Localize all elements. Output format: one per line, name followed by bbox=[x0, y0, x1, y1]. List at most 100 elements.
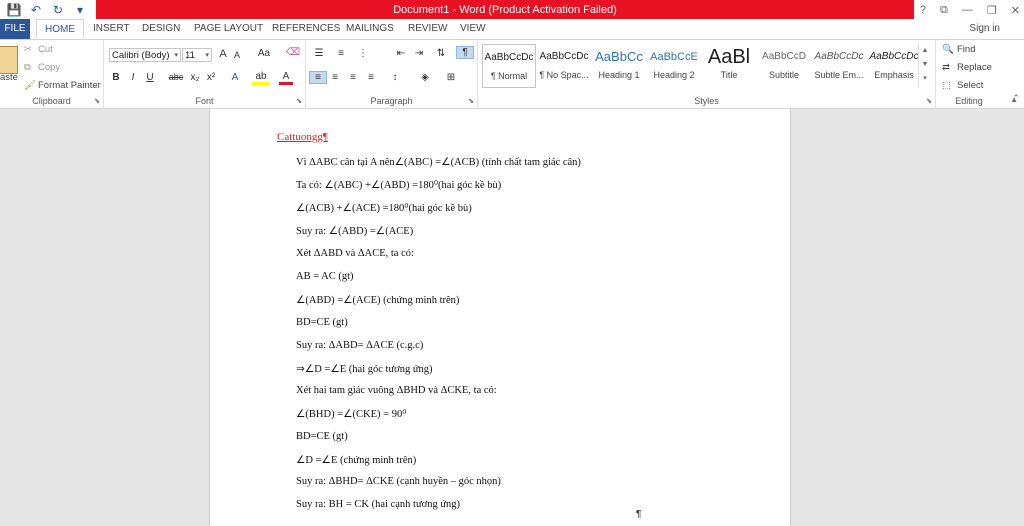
select-button[interactable]: Select bbox=[957, 80, 983, 91]
highlight-button[interactable]: ab bbox=[252, 71, 270, 85]
multilevel-list-icon[interactable]: ⋮ bbox=[356, 48, 370, 59]
select-icon[interactable]: ⬚ bbox=[942, 80, 951, 91]
clear-formatting-icon[interactable]: ⌫ bbox=[286, 47, 300, 58]
document-line: Ta có: ∠(ABC) +∠(ABD) =180⁰(hai góc kề b… bbox=[296, 180, 502, 191]
tab-references[interactable]: REFERENCES bbox=[272, 19, 340, 39]
close-button[interactable]: ✕ bbox=[1011, 4, 1020, 17]
tab-review[interactable]: REVIEW bbox=[408, 19, 447, 39]
clipboard-launcher-icon[interactable]: ⬊ bbox=[94, 97, 100, 105]
font-family-select[interactable]: Calibri (Body) ▾ bbox=[109, 48, 181, 62]
style-no-spacing[interactable]: AaBbCcDc ¶ No Spac... bbox=[537, 44, 591, 88]
tab-mailings[interactable]: MAILINGS bbox=[346, 19, 394, 39]
show-formatting-marks-button[interactable]: ¶ bbox=[456, 46, 474, 59]
style-heading-1[interactable]: AaBbCc Heading 1 bbox=[592, 44, 646, 88]
tab-page-layout[interactable]: PAGE LAYOUT bbox=[194, 19, 263, 39]
chevron-up-icon[interactable]: ▲ bbox=[919, 44, 931, 58]
document-line: Vì ΔABC cân tại A nên∠(ABC) =∠(ACB) (tín… bbox=[296, 157, 581, 168]
restore-button[interactable]: ❐ bbox=[987, 4, 997, 17]
increase-indent-icon[interactable]: ⇥ bbox=[412, 48, 426, 59]
cut-button[interactable]: Cut bbox=[38, 44, 53, 55]
paragraph-launcher-icon[interactable]: ⬊ bbox=[468, 97, 474, 105]
find-button[interactable]: Find bbox=[957, 44, 975, 55]
find-icon[interactable]: 🔍 bbox=[942, 44, 954, 55]
tab-design[interactable]: DESIGN bbox=[142, 19, 180, 39]
ribbon: aste ✂ Cut ⧉ Copy 🖌 Format Painter Clipb… bbox=[0, 39, 1024, 109]
decrease-indent-icon[interactable]: ⇤ bbox=[394, 48, 408, 59]
font-color-button[interactable]: A bbox=[279, 71, 293, 85]
font-launcher-icon[interactable]: ⬊ bbox=[296, 97, 302, 105]
font-label: Font bbox=[195, 96, 214, 106]
minimize-button[interactable]: — bbox=[962, 4, 973, 16]
editing-label: Editing bbox=[955, 96, 983, 106]
replace-icon[interactable]: ⇄ bbox=[942, 62, 950, 73]
format-painter-icon[interactable]: 🖌 bbox=[24, 80, 36, 91]
paste-icon[interactable] bbox=[0, 46, 18, 74]
superscript-button[interactable]: x² bbox=[204, 72, 218, 83]
tab-file[interactable]: FILE bbox=[0, 19, 30, 39]
align-left-icon[interactable]: ≡ bbox=[309, 71, 327, 84]
style-preview: AaBbCcD bbox=[762, 51, 806, 62]
tab-insert[interactable]: INSERT bbox=[93, 19, 130, 39]
numbering-icon[interactable]: ≡ bbox=[334, 48, 348, 59]
tab-view[interactable]: VIEW bbox=[460, 19, 486, 39]
copy-button[interactable]: Copy bbox=[38, 62, 60, 73]
subscript-button[interactable]: x₂ bbox=[188, 72, 202, 83]
chevron-down-icon: ▾ bbox=[174, 52, 178, 59]
style-normal[interactable]: AaBbCcDc ¶ Normal bbox=[482, 44, 536, 88]
justify-icon[interactable]: ≡ bbox=[364, 72, 378, 83]
document-page[interactable]: Cattuongg¶ Vì ΔABC cân tại A nên∠(ABC) =… bbox=[209, 109, 791, 526]
copy-icon[interactable]: ⧉ bbox=[24, 62, 31, 73]
sign-in-link[interactable]: Sign in bbox=[969, 19, 1000, 39]
title-bar: 💾 ↶ ↻ ▾ Document1 - Word (Product Activa… bbox=[0, 0, 1024, 20]
save-icon[interactable]: 💾 bbox=[6, 3, 22, 17]
style-name: Emphasis bbox=[874, 70, 914, 80]
paste-button[interactable]: aste bbox=[0, 72, 18, 83]
more-styles-icon[interactable]: ▾ bbox=[919, 72, 931, 86]
align-right-icon[interactable]: ≡ bbox=[346, 72, 360, 83]
style-heading-2[interactable]: AaBbCcE Heading 2 bbox=[647, 44, 701, 88]
paragraph-group: ☰ ≡ ⋮ ⇤ ⇥ ⇅ ¶ ≡ ≡ ≡ ≡ ↕ ◈ ⊞ Paragraph ⬊ bbox=[306, 40, 478, 108]
align-center-icon[interactable]: ≡ bbox=[328, 72, 342, 83]
redo-icon[interactable]: ↻ bbox=[50, 3, 66, 17]
change-case-button[interactable]: Aa bbox=[254, 48, 274, 59]
text-effects-button[interactable]: A bbox=[228, 72, 242, 83]
style-preview: AaBbCcE bbox=[650, 51, 698, 63]
format-painter-button[interactable]: Format Painter bbox=[38, 80, 101, 91]
grow-font-button[interactable]: A bbox=[216, 48, 230, 60]
style-emphasis[interactable]: AaBbCcDc Emphasis bbox=[867, 44, 921, 88]
underline-button[interactable]: U bbox=[143, 72, 157, 83]
chevron-down-icon[interactable]: ▼ bbox=[919, 58, 931, 72]
tab-home[interactable]: HOME bbox=[36, 19, 84, 40]
borders-icon[interactable]: ⊞ bbox=[444, 72, 458, 83]
style-subtitle[interactable]: AaBbCcD Subtitle bbox=[757, 44, 811, 88]
shrink-font-button[interactable]: A bbox=[230, 50, 244, 60]
document-line: BD=CE (gt) bbox=[296, 317, 348, 328]
shading-icon[interactable]: ◈ bbox=[418, 72, 432, 83]
vertical-scrollbar[interactable]: ▲ bbox=[1002, 95, 1024, 526]
paragraph-mark: ¶ bbox=[636, 509, 642, 520]
style-title[interactable]: AaBl Title bbox=[702, 44, 756, 88]
font-size-select[interactable]: 11 ▾ bbox=[182, 48, 212, 62]
line-spacing-icon[interactable]: ↕ bbox=[388, 72, 402, 83]
scroll-up-icon[interactable]: ▲ bbox=[1010, 95, 1018, 104]
styles-label: Styles bbox=[694, 96, 719, 106]
style-subtle-emphasis[interactable]: AaBbCcDc Subtle Em... bbox=[812, 44, 866, 88]
style-name: ¶ No Spac... bbox=[539, 70, 589, 80]
style-preview: AaBbCcDc bbox=[484, 52, 534, 63]
italic-button[interactable]: I bbox=[126, 72, 140, 83]
cut-icon[interactable]: ✂ bbox=[24, 44, 32, 55]
bullets-icon[interactable]: ☰ bbox=[312, 48, 326, 59]
strikethrough-button[interactable]: abc bbox=[167, 72, 185, 82]
replace-button[interactable]: Replace bbox=[957, 62, 992, 73]
document-line: ∠(BHD) =∠(CKE) = 90⁰ bbox=[296, 409, 407, 420]
style-preview: AaBbCc bbox=[595, 49, 643, 64]
customize-qat-icon[interactable]: ▾ bbox=[72, 3, 88, 17]
quick-access-toolbar: 💾 ↶ ↻ ▾ bbox=[0, 0, 88, 20]
bold-button[interactable]: B bbox=[109, 72, 123, 83]
help-icon[interactable]: ? bbox=[920, 4, 926, 16]
sort-icon[interactable]: ⇅ bbox=[434, 48, 448, 59]
styles-launcher-icon[interactable]: ⬊ bbox=[926, 97, 932, 105]
ribbon-display-options-icon[interactable]: ⧉ bbox=[940, 4, 948, 17]
styles-gallery-scroll[interactable]: ▲ ▼ ▾ bbox=[918, 44, 931, 88]
undo-icon[interactable]: ↶ bbox=[28, 3, 44, 17]
